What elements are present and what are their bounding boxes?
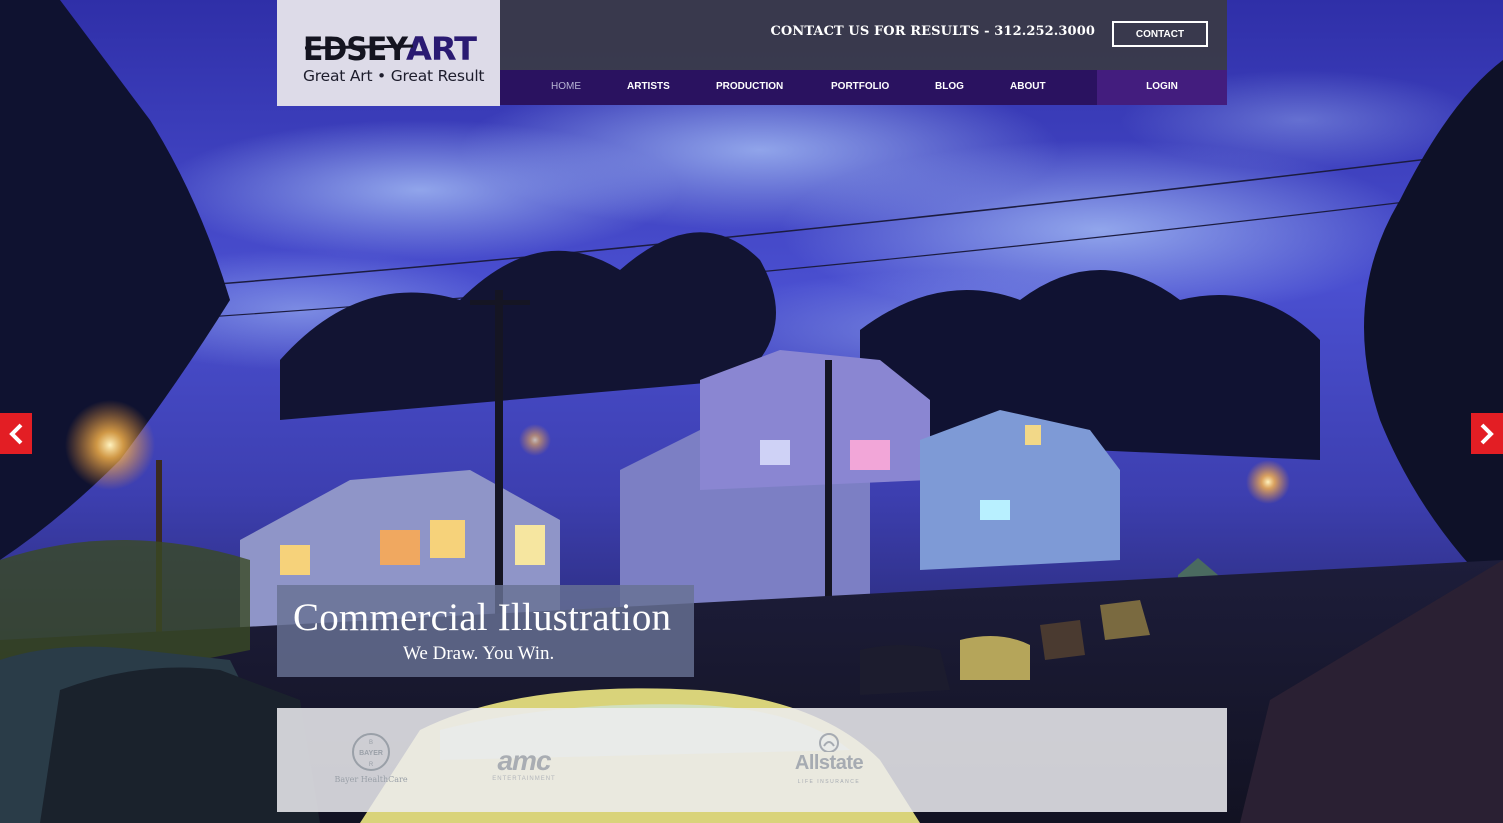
client-name-bayer: Bayer HealthCare	[334, 775, 408, 784]
client-name-allstate: Allstate	[794, 752, 864, 774]
slide-caption: Commercial Illustration We Draw. You Win…	[277, 585, 694, 677]
svg-text:BAYER: BAYER	[359, 750, 383, 757]
svg-text:B: B	[369, 740, 373, 746]
page: EDSEY ART Great Art • Great Result CONTA…	[0, 0, 1503, 823]
allstate-hands-icon	[819, 733, 839, 753]
nav-item-about[interactable]: ABOUT	[1010, 70, 1046, 105]
contact-phone-line: CONTACT US FOR RESULTS - 312.252.3000	[770, 24, 1095, 39]
slider-next-button[interactable]	[1471, 413, 1503, 454]
hero-background-image	[0, 0, 1503, 823]
main-nav: HOME ARTISTS PRODUCTION PORTFOLIO BLOG A…	[500, 70, 1227, 105]
nav-item-home[interactable]: HOME	[551, 70, 581, 105]
logo-tagline: Great Art • Great Result	[303, 67, 485, 85]
amc-logo-icon: amc	[497, 745, 552, 776]
svg-text:R: R	[369, 762, 374, 768]
nav-item-production[interactable]: PRODUCTION	[716, 70, 783, 105]
slide-caption-title: Commercial Illustration	[293, 596, 672, 639]
slide-caption-subtitle: We Draw. You Win.	[403, 643, 555, 664]
client-logo-allstate[interactable]: Allstate LIFE INSURANCE	[789, 732, 869, 792]
contact-button[interactable]: CONTACT	[1112, 21, 1208, 47]
nav-item-blog[interactable]: BLOG	[935, 70, 964, 105]
logo[interactable]: EDSEY ART Great Art • Great Result	[277, 0, 500, 106]
client-logos-strip: BAYER B R Bayer HealthCare amc ENTERTAIN…	[277, 708, 1227, 812]
nav-item-portfolio[interactable]: PORTFOLIO	[831, 70, 889, 105]
chevron-left-icon	[9, 423, 23, 444]
bayer-cross-icon: BAYER B R	[352, 733, 390, 771]
client-logo-bayer[interactable]: BAYER B R Bayer HealthCare	[331, 732, 411, 792]
client-logo-amc[interactable]: amc ENTERTAINMENT	[487, 744, 561, 788]
top-contact-bar: CONTACT US FOR RESULTS - 312.252.3000 CO…	[500, 0, 1227, 70]
svg-text:amc: amc	[497, 745, 551, 774]
client-sub-amc: ENTERTAINMENT	[492, 776, 556, 782]
slider-prev-button[interactable]	[0, 413, 32, 454]
svg-text:ART: ART	[406, 30, 477, 66]
chevron-right-icon	[1480, 423, 1494, 444]
login-button[interactable]: LOGIN	[1097, 70, 1227, 105]
client-sub-allstate: LIFE INSURANCE	[797, 779, 861, 785]
edseyart-logo-icon: EDSEY ART	[303, 30, 478, 66]
nav-item-artists[interactable]: ARTISTS	[627, 70, 670, 105]
